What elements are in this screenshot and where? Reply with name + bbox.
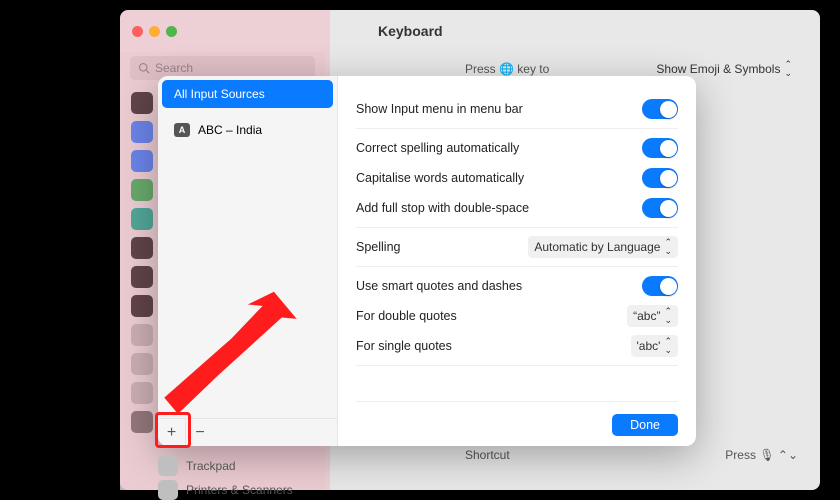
input-source-options: Show Input menu in menu bar Correct spel… bbox=[338, 76, 696, 446]
source-add-remove-bar: + − bbox=[158, 418, 337, 446]
minimize-window-button[interactable] bbox=[149, 26, 160, 37]
chevron-updown-icon: ⌃⌄ bbox=[664, 238, 672, 256]
trackpad-icon bbox=[158, 456, 178, 476]
search-placeholder: Search bbox=[155, 61, 193, 75]
sidebar-item-printers[interactable]: Printers & Scanners bbox=[158, 480, 293, 500]
double-quotes-select[interactable]: “abc” ⌃⌄ bbox=[627, 305, 678, 327]
printer-icon bbox=[158, 480, 178, 500]
sidebar-icon[interactable] bbox=[131, 382, 153, 404]
correct-spelling-row: Correct spelling automatically bbox=[356, 133, 678, 163]
sidebar-icon[interactable] bbox=[131, 266, 153, 288]
double-quotes-row: For double quotes “abc” ⌃⌄ bbox=[356, 301, 678, 331]
sidebar-icon[interactable] bbox=[131, 92, 153, 114]
smart-quotes-toggle[interactable] bbox=[642, 276, 678, 296]
smart-quotes-row: Use smart quotes and dashes bbox=[356, 271, 678, 301]
add-source-button[interactable]: + bbox=[158, 419, 186, 447]
input-source-label: ABC – India bbox=[198, 123, 262, 137]
sidebar-icon[interactable] bbox=[131, 121, 153, 143]
full-stop-toggle[interactable] bbox=[642, 198, 678, 218]
show-input-menu-toggle[interactable] bbox=[642, 99, 678, 119]
page-title: Keyboard bbox=[378, 23, 443, 39]
single-quotes-select[interactable]: 'abc' ⌃⌄ bbox=[631, 335, 678, 357]
close-window-button[interactable] bbox=[132, 26, 143, 37]
capitalise-toggle[interactable] bbox=[642, 168, 678, 188]
sidebar-icon-column bbox=[131, 92, 155, 433]
sidebar-icon[interactable] bbox=[131, 295, 153, 317]
keyboard-layout-icon: A bbox=[174, 123, 190, 137]
input-sources-list: All Input Sources A ABC – India + − bbox=[158, 76, 338, 446]
spelling-row: Spelling Automatic by Language ⌃⌄ bbox=[356, 232, 678, 262]
input-sources-sheet: All Input Sources A ABC – India + − Show… bbox=[158, 76, 696, 446]
all-input-sources-item[interactable]: All Input Sources bbox=[162, 80, 333, 108]
single-quotes-row: For single quotes 'abc' ⌃⌄ bbox=[356, 331, 678, 361]
sidebar-icon[interactable] bbox=[131, 150, 153, 172]
full-stop-row: Add full stop with double-space bbox=[356, 193, 678, 223]
remove-source-button[interactable]: − bbox=[186, 419, 214, 447]
search-icon bbox=[138, 62, 150, 74]
sidebar-icon[interactable] bbox=[131, 411, 153, 433]
spelling-select[interactable]: Automatic by Language ⌃⌄ bbox=[528, 236, 678, 258]
chevron-updown-icon: ⌃⌄ bbox=[664, 337, 672, 355]
chevron-updown-icon: ⌃⌄ bbox=[664, 307, 672, 325]
input-source-item[interactable]: A ABC – India bbox=[162, 116, 333, 144]
sidebar-icon[interactable] bbox=[131, 353, 153, 375]
done-button[interactable]: Done bbox=[612, 414, 678, 436]
window-toolbar: Keyboard bbox=[120, 10, 820, 52]
show-input-menu-row: Show Input menu in menu bar bbox=[356, 94, 678, 124]
fullscreen-window-button[interactable] bbox=[166, 26, 177, 37]
sidebar-icon[interactable] bbox=[131, 237, 153, 259]
correct-spelling-toggle[interactable] bbox=[642, 138, 678, 158]
sidebar-icon[interactable] bbox=[131, 179, 153, 201]
sidebar-item-trackpad[interactable]: Trackpad bbox=[158, 456, 236, 476]
sidebar-icon[interactable] bbox=[131, 208, 153, 230]
dictation-shortcut-select[interactable]: Press 🎙 ⌃⌄ bbox=[725, 448, 798, 462]
sidebar-icon[interactable] bbox=[131, 324, 153, 346]
dictation-shortcut-row: Shortcut Press 🎙 ⌃⌄ bbox=[465, 448, 798, 462]
capitalise-row: Capitalise words automatically bbox=[356, 163, 678, 193]
